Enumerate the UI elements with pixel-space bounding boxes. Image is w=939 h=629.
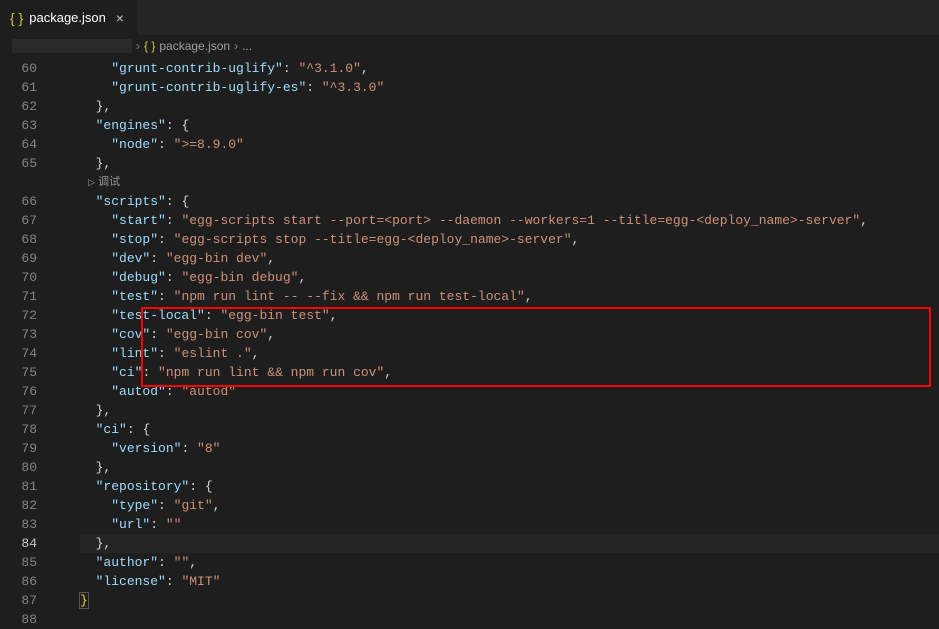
- line-number: 72: [0, 306, 37, 325]
- line-number: 84: [0, 534, 37, 553]
- code-line[interactable]: },: [80, 534, 939, 553]
- line-number-gutter: 606162636465 6667686970717273747576777879…: [0, 57, 55, 627]
- line-number: 63: [0, 116, 37, 135]
- code-line[interactable]: "cov": "egg-bin cov",: [80, 325, 939, 344]
- line-number: 78: [0, 420, 37, 439]
- codelens-debug[interactable]: ▷ 调试: [80, 173, 939, 192]
- line-number: 76: [0, 382, 37, 401]
- line-number: 83: [0, 515, 37, 534]
- line-number: 69: [0, 249, 37, 268]
- line-number: 77: [0, 401, 37, 420]
- line-number: 64: [0, 135, 37, 154]
- line-number: [0, 173, 37, 192]
- line-number: 68: [0, 230, 37, 249]
- editor[interactable]: 606162636465 6667686970717273747576777879…: [0, 57, 939, 627]
- code-line[interactable]: "license": "MIT": [80, 572, 939, 591]
- line-number: 61: [0, 78, 37, 97]
- line-number: 85: [0, 553, 37, 572]
- breadcrumb-tail: ...: [242, 39, 252, 53]
- code-line[interactable]: },: [80, 458, 939, 477]
- code-line[interactable]: "url": "": [80, 515, 939, 534]
- code-line[interactable]: "grunt-contrib-uglify-es": "^3.3.0": [80, 78, 939, 97]
- code-line[interactable]: "ci": "npm run lint && npm run cov",: [80, 363, 939, 382]
- line-number: 86: [0, 572, 37, 591]
- chevron-right-icon: ›: [234, 39, 238, 53]
- code-line[interactable]: },: [80, 154, 939, 173]
- code-line[interactable]: "engines": {: [80, 116, 939, 135]
- line-number: 74: [0, 344, 37, 363]
- tab-filename: package.json: [29, 10, 106, 25]
- code-line[interactable]: "repository": {: [80, 477, 939, 496]
- code-line[interactable]: "scripts": {: [80, 192, 939, 211]
- tab-package-json[interactable]: { } package.json ×: [0, 0, 139, 35]
- code-line[interactable]: "grunt-contrib-uglify": "^3.1.0",: [80, 59, 939, 78]
- line-number: 81: [0, 477, 37, 496]
- code-line[interactable]: "version": "8": [80, 439, 939, 458]
- line-number: 65: [0, 154, 37, 173]
- line-number: 79: [0, 439, 37, 458]
- line-number: 71: [0, 287, 37, 306]
- json-file-icon: { }: [10, 10, 23, 26]
- code-line[interactable]: [80, 610, 939, 629]
- line-number: 75: [0, 363, 37, 382]
- line-number: 66: [0, 192, 37, 211]
- code-line[interactable]: "autod": "autod": [80, 382, 939, 401]
- code-line[interactable]: },: [80, 401, 939, 420]
- line-number: 82: [0, 496, 37, 515]
- code-line[interactable]: },: [80, 97, 939, 116]
- line-number: 67: [0, 211, 37, 230]
- line-number: 87: [0, 591, 37, 610]
- breadcrumb[interactable]: › { } package.json › ...: [0, 35, 939, 57]
- code-line[interactable]: "lint": "eslint .",: [80, 344, 939, 363]
- code-line[interactable]: "node": ">=8.9.0": [80, 135, 939, 154]
- fold-column: [55, 57, 80, 627]
- code-line[interactable]: "test": "npm run lint -- --fix && npm ru…: [80, 287, 939, 306]
- breadcrumb-path-hidden: [12, 39, 132, 53]
- close-icon[interactable]: ×: [112, 10, 128, 26]
- code-line[interactable]: "type": "git",: [80, 496, 939, 515]
- code-line[interactable]: }: [80, 591, 939, 610]
- line-number: 62: [0, 97, 37, 116]
- line-number: 88: [0, 610, 37, 629]
- code-line[interactable]: "ci": {: [80, 420, 939, 439]
- code-line[interactable]: "debug": "egg-bin debug",: [80, 268, 939, 287]
- line-number: 70: [0, 268, 37, 287]
- code-line[interactable]: "dev": "egg-bin dev",: [80, 249, 939, 268]
- code-area[interactable]: "grunt-contrib-uglify": "^3.1.0", "grunt…: [80, 57, 939, 627]
- code-line[interactable]: "test-local": "egg-bin test",: [80, 306, 939, 325]
- code-line[interactable]: "author": "",: [80, 553, 939, 572]
- json-file-icon: { }: [144, 39, 155, 53]
- code-line[interactable]: "stop": "egg-scripts stop --title=egg-<d…: [80, 230, 939, 249]
- breadcrumb-filename: package.json: [159, 39, 230, 53]
- line-number: 60: [0, 59, 37, 78]
- line-number: 73: [0, 325, 37, 344]
- tab-bar: { } package.json ×: [0, 0, 939, 35]
- code-line[interactable]: "start": "egg-scripts start --port=<port…: [80, 211, 939, 230]
- line-number: 80: [0, 458, 37, 477]
- chevron-right-icon: ›: [136, 39, 140, 53]
